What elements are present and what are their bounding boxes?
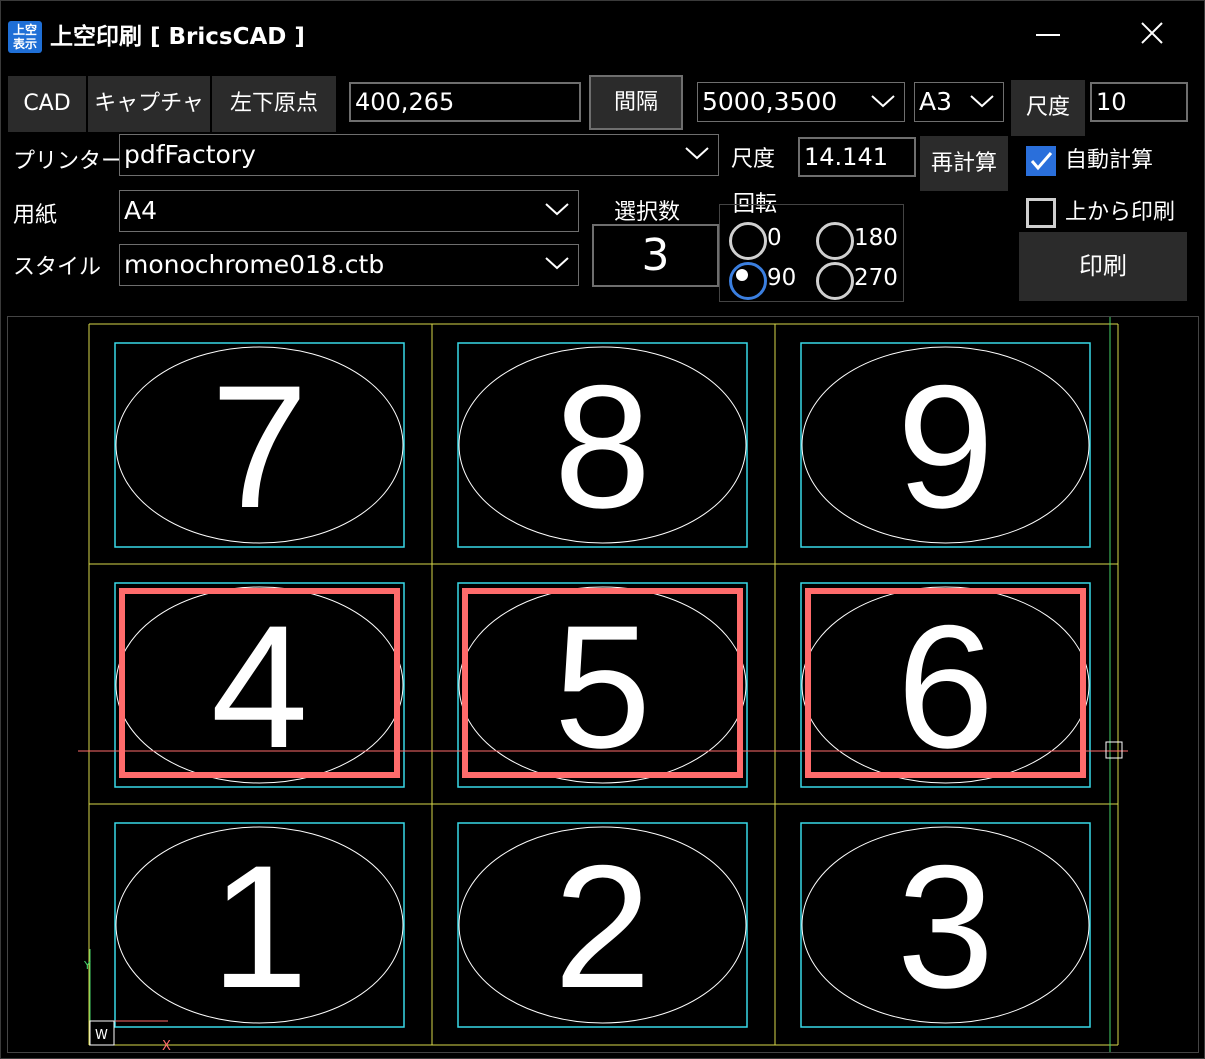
chevron-down-icon — [685, 147, 709, 160]
paper-select[interactable]: A4 — [119, 190, 579, 232]
close-button[interactable] — [1122, 12, 1182, 58]
printer-select-value: pdfFactory — [124, 140, 256, 169]
selection-count-value: 3 — [592, 224, 719, 287]
sheet-number: 4 — [211, 590, 308, 785]
style-select[interactable]: monochrome018.ctb — [119, 244, 579, 286]
spacing-select[interactable]: 5000,3500 — [697, 82, 905, 122]
rotation-option-180[interactable]: 180 — [816, 222, 898, 260]
rotation-option-0[interactable]: 0 — [729, 222, 782, 260]
style-label: スタイル — [13, 255, 102, 280]
sheet-number: 6 — [897, 590, 994, 785]
radio-icon — [816, 222, 854, 260]
rotation-option-90[interactable]: 90 — [729, 262, 796, 300]
sheet-cell-8[interactable]: 8 — [457, 342, 748, 548]
auto-calc-label: 自動計算 — [1065, 148, 1154, 173]
printer-label: プリンター — [13, 149, 124, 174]
calc-scale-label: 尺度 — [731, 147, 776, 172]
origin-input[interactable]: 400,265 — [349, 82, 581, 122]
rotation-option-label: 270 — [854, 265, 898, 291]
window-title: 上空印刷 [ BricsCAD ] — [50, 24, 305, 50]
paper-label: 用紙 — [13, 203, 58, 228]
sheet-size-select[interactable]: A3 — [914, 82, 1004, 122]
style-select-value: monochrome018.ctb — [124, 250, 385, 279]
recalc-button[interactable]: 再計算 — [920, 136, 1008, 191]
sheet-number: 1 — [211, 830, 308, 1025]
minimize-button[interactable] — [1018, 12, 1078, 58]
calc-scale-input[interactable]: 14.141 — [798, 137, 916, 177]
sheet-cell-5[interactable]: 5 — [457, 582, 748, 788]
printer-select[interactable]: pdfFactory — [119, 134, 719, 176]
spacing-select-value: 5000,3500 — [702, 87, 838, 116]
radio-icon — [816, 262, 854, 300]
sheet-cell-7[interactable]: 7 — [114, 342, 405, 548]
sheet-number: 2 — [554, 830, 651, 1025]
sheet-cell-9[interactable]: 9 — [800, 342, 1091, 548]
sheet-cell-6[interactable]: 6 — [800, 582, 1091, 788]
sheet-cell-2[interactable]: 2 — [457, 822, 748, 1028]
sheet-number: 9 — [897, 350, 994, 545]
crosshair-cursor — [1105, 741, 1123, 759]
scale-input[interactable]: 10 — [1090, 82, 1188, 122]
app-icon: 上空 表示 — [8, 21, 42, 53]
rotation-option-label: 180 — [854, 225, 898, 251]
sheet-size-value: A3 — [919, 87, 953, 116]
sheet-cell-3[interactable]: 3 — [800, 822, 1091, 1028]
sheet-number: 5 — [554, 590, 651, 785]
ucs-x-label: X — [162, 1039, 171, 1053]
radio-icon — [729, 222, 767, 260]
sheet-cell-1[interactable]: 1 — [114, 822, 405, 1028]
print-from-top-checkbox[interactable] — [1026, 198, 1056, 228]
close-icon — [1141, 22, 1163, 44]
print-button[interactable]: 印刷 — [1019, 232, 1187, 301]
sheet-cell-4[interactable]: 4 — [114, 582, 405, 788]
app-icon-text-bottom: 表示 — [12, 37, 37, 51]
paper-select-value: A4 — [124, 196, 158, 225]
sheet-number: 3 — [897, 830, 994, 1025]
check-icon — [1030, 152, 1053, 171]
sheet-number: 7 — [211, 350, 308, 545]
ucs-w-label: W — [95, 1028, 108, 1043]
auto-calc-checkbox[interactable] — [1026, 146, 1056, 176]
chevron-down-icon — [545, 203, 569, 216]
print-from-top-label: 上から印刷 — [1065, 200, 1176, 225]
preview-drawing[interactable]: 7 8 9 4 5 6 1 2 3 W Y X — [8, 317, 1199, 1053]
app-icon-text-top: 上空 — [12, 23, 37, 37]
print-preview-canvas[interactable]: 7 8 9 4 5 6 1 2 3 W Y X — [7, 316, 1199, 1053]
capture-button[interactable]: キャプチャ — [88, 76, 210, 132]
chevron-down-icon — [545, 257, 569, 270]
chevron-down-icon — [871, 95, 895, 108]
scale-button[interactable]: 尺度 — [1011, 80, 1085, 136]
minimize-icon — [1036, 34, 1060, 36]
chevron-down-icon — [970, 95, 994, 108]
rotation-option-label: 90 — [767, 265, 797, 291]
rotation-option-label: 0 — [767, 225, 782, 251]
sheet-number: 8 — [554, 350, 651, 545]
spacing-button[interactable]: 間隔 — [589, 75, 683, 130]
rotation-option-270[interactable]: 270 — [816, 262, 898, 300]
radio-selected-icon — [729, 262, 767, 300]
origin-button[interactable]: 左下原点 — [212, 76, 336, 132]
ucs-y-label: Y — [83, 959, 91, 972]
cad-button[interactable]: CAD — [8, 76, 86, 132]
